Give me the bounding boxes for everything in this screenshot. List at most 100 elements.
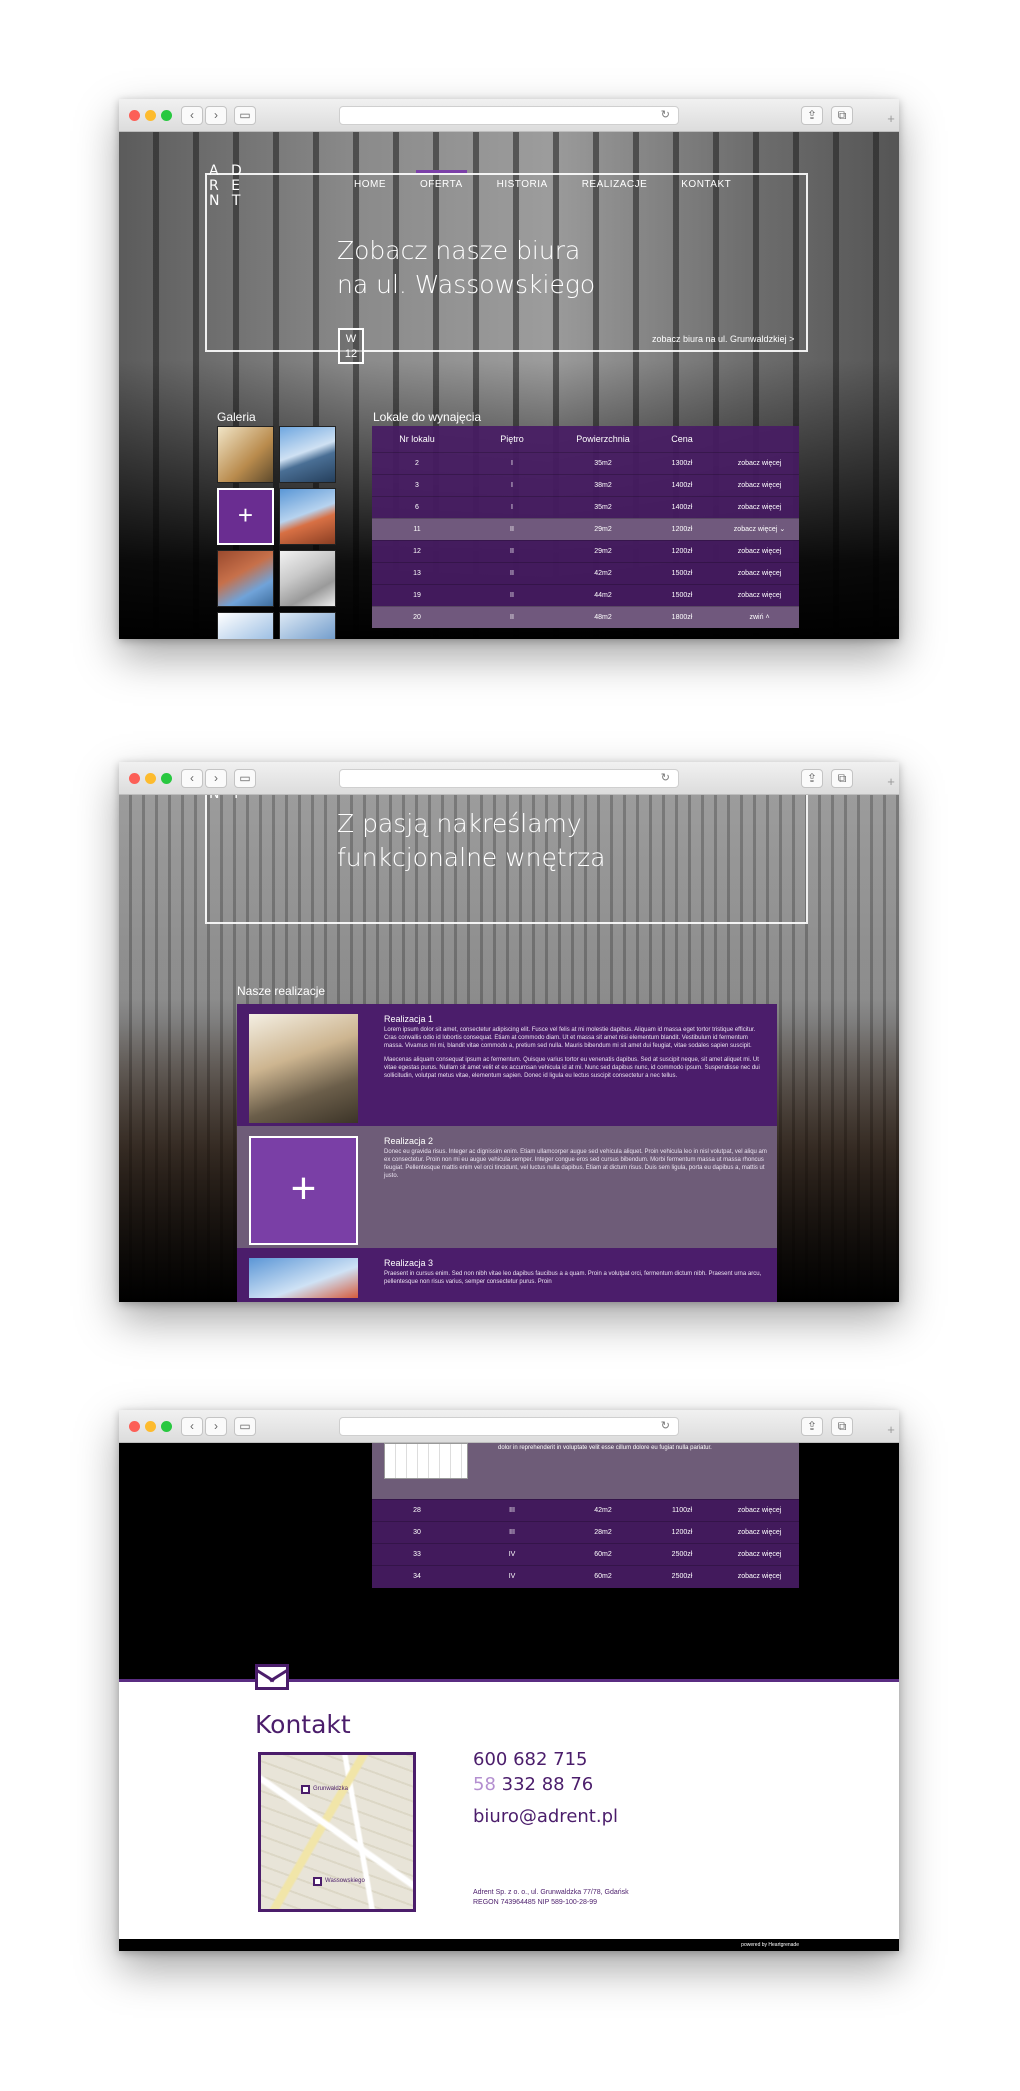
adrent-logo-partial[interactable]: N T [209, 795, 249, 802]
maximize-window-button[interactable] [161, 1421, 172, 1432]
gallery-thumb[interactable] [217, 550, 274, 607]
list-item[interactable]: Realizacja 1 Lorem ipsum dolor sit amet,… [237, 1004, 777, 1126]
table-row[interactable]: 6 I 35m2 1400zł zobacz więcej [372, 495, 799, 518]
phone-landline[interactable]: 58 332 88 76 [473, 1774, 593, 1795]
nav-realizacje[interactable]: REALIZACJE [582, 179, 648, 190]
maximize-window-button[interactable] [161, 773, 172, 784]
table-row[interactable]: 13 II 42m2 1500zł zobacz więcej [372, 561, 799, 584]
zobacz-wiecej-link[interactable]: zobacz więcej [720, 495, 799, 518]
new-tab-button[interactable]: + [883, 772, 899, 794]
zobacz-wiecej-link[interactable]: zobacz więcej [720, 473, 799, 496]
table-row-hovered[interactable]: 11 II 29m2 1200zł zobacz więcej ⌄ [372, 517, 799, 540]
reload-icon[interactable]: ↻ [661, 772, 670, 784]
list-item[interactable]: + Realizacja 2 Donec eu gravida risus. I… [237, 1126, 777, 1248]
realizacja-thumbnail[interactable] [249, 1258, 358, 1298]
reload-icon[interactable]: ↻ [661, 1420, 670, 1432]
table-row[interactable]: 33 IV 60m2 2500zł zobacz więcej [372, 1543, 799, 1566]
table-row-expanded[interactable]: 20 II 48m2 1800zł zwiń ˄ [372, 605, 799, 628]
gallery-more-button[interactable]: + [217, 488, 274, 545]
zobacz-wiecej-link[interactable]: zobacz więcej ⌄ [720, 517, 799, 540]
nav-historia[interactable]: HISTORIA [497, 179, 548, 190]
share-icon[interactable]: ⇪ [801, 1417, 823, 1436]
minimize-window-button[interactable] [145, 1421, 156, 1432]
share-icon[interactable]: ⇪ [801, 106, 823, 125]
realizacja-more-button[interactable]: + [249, 1136, 358, 1245]
reload-icon[interactable]: ↻ [661, 109, 670, 121]
map-pin-icon[interactable] [301, 1785, 310, 1794]
back-button[interactable]: ‹ [181, 1417, 203, 1436]
nav-kontakt[interactable]: KONTAKT [681, 179, 731, 190]
close-window-button[interactable] [129, 773, 140, 784]
badge-top: W [345, 333, 357, 345]
realizacja-title: Realizacja 1 [384, 1014, 434, 1024]
new-tab-button[interactable]: + [883, 1420, 899, 1442]
grunwaldzka-link[interactable]: zobacz biura na ul. Grunwaldzkiej > [652, 334, 794, 344]
forward-button[interactable]: › [205, 769, 227, 788]
location-map[interactable]: Grunwaldzka Wassowskiego [258, 1752, 416, 1912]
adrent-logo[interactable]: A D R E N T [209, 164, 249, 209]
table-row[interactable]: 28 III 42m2 1100zł zobacz więcej [372, 1499, 799, 1522]
browser-window-realizacje: ‹ › ▭ ↻ ⇪ ⧉ + N T Z pasją nakreślamy fun… [119, 762, 899, 1302]
gallery-thumb[interactable] [279, 488, 336, 545]
powered-by-link[interactable]: powered by Heartgrenade [741, 1942, 799, 1948]
zobacz-wiecej-link[interactable]: zobacz więcej [720, 583, 799, 606]
table-row[interactable]: 30 III 28m2 1200zł zobacz więcej [372, 1521, 799, 1544]
back-button[interactable]: ‹ [181, 106, 203, 125]
zobacz-wiecej-link[interactable]: zobacz więcej [720, 1499, 799, 1522]
list-item[interactable]: Realizacja 3 Praesent in cursus enim. Se… [237, 1248, 777, 1302]
tabs-overview-icon[interactable]: ⧉ [831, 1417, 853, 1436]
gallery-thumb[interactable] [279, 550, 336, 607]
realizacja-title: Realizacja 2 [384, 1136, 434, 1146]
collapse-link[interactable]: zwiń ˄ [720, 605, 799, 628]
email-link[interactable]: biuro@adrent.pl [473, 1806, 618, 1827]
gallery-thumb[interactable] [217, 612, 274, 639]
phone-mobile[interactable]: 600 682 715 [473, 1749, 588, 1770]
logo-line: N T [209, 795, 249, 802]
gallery-thumb[interactable] [279, 426, 336, 483]
minimize-window-button[interactable] [145, 110, 156, 121]
col-action [720, 426, 799, 452]
close-window-button[interactable] [129, 1421, 140, 1432]
zobacz-wiecej-link[interactable]: zobacz więcej [720, 561, 799, 584]
address-bar[interactable]: ↻ [339, 1417, 679, 1436]
new-tab-button[interactable]: + [883, 109, 899, 131]
realizacje-label: Nasze realizacje [237, 984, 326, 998]
zobacz-wiecej-link[interactable]: zobacz więcej [720, 1565, 799, 1588]
realizacja-title: Realizacja 3 [384, 1258, 434, 1268]
realizacja-thumbnail[interactable] [249, 1014, 358, 1123]
nav-oferta[interactable]: OFERTA [416, 170, 467, 190]
zobacz-wiecej-link[interactable]: zobacz więcej [720, 539, 799, 562]
forward-button[interactable]: › [205, 1417, 227, 1436]
table-row[interactable]: 3 I 38m2 1400zł zobacz więcej [372, 473, 799, 496]
tabs-overview-icon[interactable]: ⧉ [831, 106, 853, 125]
sidebar-icon[interactable]: ▭ [234, 1417, 256, 1436]
plus-icon: + [290, 1164, 317, 1213]
maximize-window-button[interactable] [161, 110, 172, 121]
floor-plan-image[interactable] [384, 1443, 468, 1479]
zobacz-wiecej-link[interactable]: zobacz więcej [720, 1543, 799, 1566]
company-ids: REGON 743964485 NIP 589-100-28-99 [473, 1899, 598, 1906]
gallery-thumb[interactable] [217, 426, 274, 483]
contact-section: Kontakt Grunwaldzka Wassowskiego 600 682… [119, 1664, 899, 1939]
nav-home[interactable]: HOME [354, 179, 386, 190]
address-bar[interactable]: ↻ [339, 769, 679, 788]
table-row[interactable]: 12 II 29m2 1200zł zobacz więcej [372, 539, 799, 562]
map-pin-icon[interactable] [313, 1877, 322, 1886]
sidebar-icon[interactable]: ▭ [234, 106, 256, 125]
sidebar-icon[interactable]: ▭ [234, 769, 256, 788]
gallery-thumb[interactable] [279, 612, 336, 639]
close-window-button[interactable] [129, 110, 140, 121]
units-label: Lokale do wynajęcia [373, 410, 482, 424]
address-bar[interactable]: ↻ [339, 106, 679, 125]
zobacz-wiecej-link[interactable]: zobacz więcej [720, 451, 799, 474]
table-row[interactable]: 2 I 35m2 1300zł zobacz więcej [372, 451, 799, 474]
table-row[interactable]: 19 II 44m2 1500zł zobacz więcej [372, 583, 799, 606]
forward-button[interactable]: › [205, 106, 227, 125]
zobacz-wiecej-link[interactable]: zobacz więcej [720, 1521, 799, 1544]
tabs-overview-icon[interactable]: ⧉ [831, 769, 853, 788]
share-icon[interactable]: ⇪ [801, 769, 823, 788]
back-button[interactable]: ‹ [181, 769, 203, 788]
w12-badge[interactable]: W 12 [338, 328, 364, 364]
table-row[interactable]: 34 IV 60m2 2500zł zobacz więcej [372, 1565, 799, 1588]
minimize-window-button[interactable] [145, 773, 156, 784]
